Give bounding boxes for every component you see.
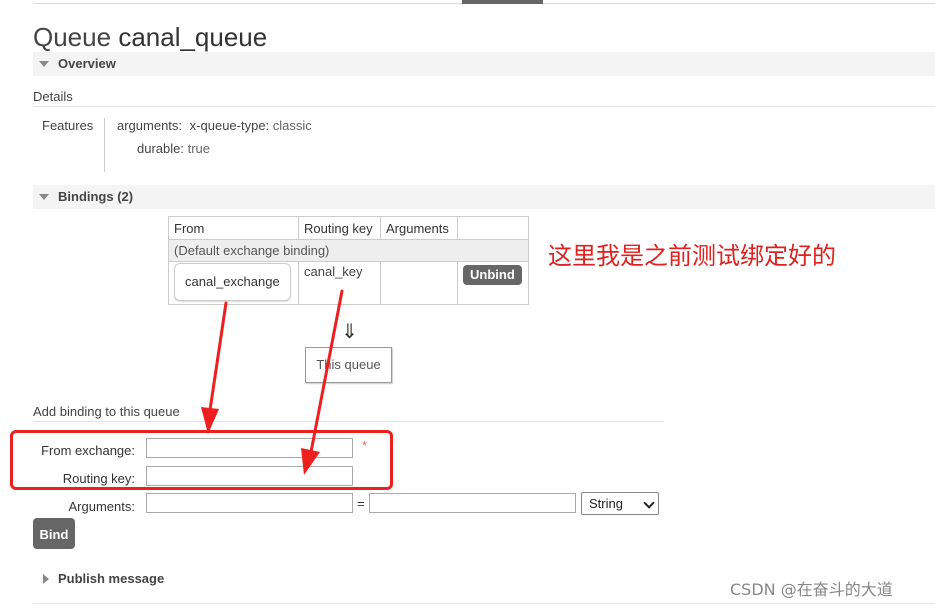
watermark: CSDN @在奋斗的大道: [730, 580, 893, 599]
arrow-to-routing-key-icon: [301, 289, 344, 475]
arrow-to-from-exchange-icon: [201, 301, 228, 434]
annotation-arrows: [201, 289, 344, 475]
